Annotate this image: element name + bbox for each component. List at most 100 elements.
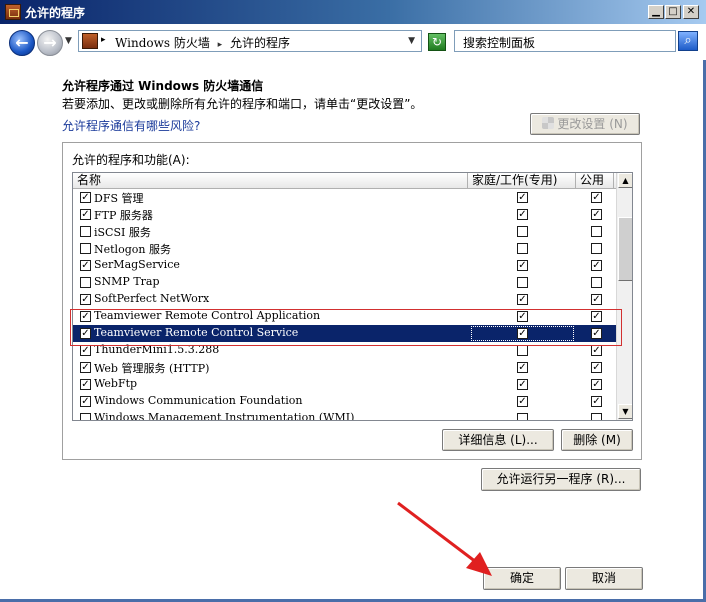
row-enabled-checkbox[interactable]: ✓: [80, 396, 91, 407]
breadcrumb: Windows 防火墙 ▸ 允许的程序: [115, 34, 290, 51]
address-bar[interactable]: ▸ Windows 防火墙 ▸ 允许的程序 ▼: [78, 30, 422, 52]
table-row[interactable]: ✓ WebFtp ✓ ✓: [73, 376, 616, 393]
row-public-checkbox[interactable]: [591, 243, 602, 254]
refresh-icon: ↻: [431, 35, 443, 49]
table-row[interactable]: ✓ Windows Communication Foundation ✓ ✓: [73, 393, 616, 410]
row-home-work-checkbox[interactable]: [517, 243, 528, 254]
row-enabled-checkbox[interactable]: ✓: [80, 192, 91, 203]
row-home-work-checkbox[interactable]: ✓: [517, 379, 528, 390]
refresh-button[interactable]: ↻: [428, 33, 446, 51]
row-enabled-checkbox[interactable]: [80, 413, 91, 420]
row-home-work-checkbox[interactable]: [517, 345, 528, 356]
row-home-work-checkbox[interactable]: ✓: [517, 209, 528, 220]
breadcrumb-firewall[interactable]: Windows 防火墙: [115, 36, 210, 50]
row-home-work-checkbox[interactable]: ✓: [517, 396, 528, 407]
scroll-up-arrow-icon[interactable]: ▲: [618, 173, 632, 188]
column-header-name[interactable]: 名称: [73, 173, 468, 189]
table-row[interactable]: ✓ DFS 管理 ✓ ✓: [73, 189, 616, 206]
details-button[interactable]: 详细信息 (L)...: [442, 429, 554, 451]
row-enabled-checkbox[interactable]: [80, 277, 91, 288]
row-public-checkbox[interactable]: ✓: [591, 192, 602, 203]
scroll-down-arrow-icon[interactable]: ▼: [618, 404, 632, 419]
row-public-checkbox[interactable]: ✓: [591, 294, 602, 305]
back-button[interactable]: ←: [9, 30, 35, 56]
change-settings-button[interactable]: 更改设置 (N): [530, 113, 640, 135]
row-program-name: SerMagService: [94, 258, 180, 271]
control-panel-icon: [82, 33, 98, 49]
maximize-button[interactable]: □: [665, 5, 681, 19]
forward-arrow-icon: →: [43, 33, 57, 52]
risk-help-link[interactable]: 允许程序通信有哪些风险?: [62, 117, 200, 134]
table-row[interactable]: iSCSI 服务: [73, 223, 616, 240]
row-public-checkbox[interactable]: ✓: [591, 209, 602, 220]
row-home-work-checkbox[interactable]: [517, 277, 528, 288]
table-row[interactable]: ✓ SoftPerfect NetWorx ✓ ✓: [73, 291, 616, 308]
row-enabled-checkbox[interactable]: ✓: [80, 379, 91, 390]
table-row[interactable]: ✓ Web 管理服务 (HTTP) ✓ ✓: [73, 359, 616, 376]
uac-shield-icon: [542, 117, 555, 129]
forward-button[interactable]: →: [37, 30, 63, 56]
row-home-work-checkbox[interactable]: ✓: [517, 294, 528, 305]
column-header-home-work[interactable]: 家庭/工作(专用): [468, 173, 576, 189]
search-icon: ⌕: [684, 33, 692, 48]
cancel-button[interactable]: 取消: [565, 567, 643, 590]
row-program-name: WebFtp: [94, 377, 138, 390]
change-settings-label: 更改设置 (N): [557, 117, 628, 131]
row-program-name: Windows Communication Foundation: [94, 394, 303, 407]
address-dropdown-icon[interactable]: ▼: [408, 36, 415, 46]
row-program-name: Web 管理服务 (HTTP): [94, 362, 210, 375]
row-home-work-checkbox[interactable]: ✓: [517, 192, 528, 203]
row-public-checkbox[interactable]: ✓: [591, 362, 602, 373]
breadcrumb-root-chevron-icon[interactable]: ▸: [101, 35, 106, 45]
row-program-name: iSCSI 服务: [94, 226, 151, 239]
row-enabled-checkbox[interactable]: ✓: [80, 260, 91, 271]
row-program-name: DFS 管理: [94, 192, 144, 205]
breadcrumb-separator-icon[interactable]: ▸: [218, 40, 223, 50]
row-enabled-checkbox[interactable]: ✓: [80, 294, 91, 305]
recent-pages-dropdown-icon[interactable]: ▼: [65, 36, 72, 46]
row-public-checkbox[interactable]: [591, 277, 602, 288]
row-program-name: Windows Management Instrumentation (WMI): [94, 411, 355, 421]
row-enabled-checkbox[interactable]: ✓: [80, 209, 91, 220]
table-row[interactable]: Windows Management Instrumentation (WMI): [73, 410, 616, 421]
row-program-name: Netlogon 服务: [94, 243, 171, 256]
back-arrow-icon: ←: [15, 33, 29, 52]
table-row[interactable]: ✓ FTP 服务器 ✓ ✓: [73, 206, 616, 223]
row-public-checkbox[interactable]: ✓: [591, 260, 602, 271]
row-home-work-checkbox[interactable]: ✓: [517, 260, 528, 271]
row-program-name: SNMP Trap: [94, 275, 160, 288]
row-public-checkbox[interactable]: ✓: [591, 379, 602, 390]
page-heading: 允许程序通过 Windows 防火墙通信: [62, 79, 264, 93]
row-public-checkbox[interactable]: [591, 226, 602, 237]
annotation-arrow-icon: [397, 501, 492, 576]
row-enabled-checkbox[interactable]: [80, 226, 91, 237]
row-home-work-checkbox[interactable]: ✓: [517, 362, 528, 373]
row-enabled-checkbox[interactable]: [80, 243, 91, 254]
table-row[interactable]: ✓ SerMagService ✓ ✓: [73, 257, 616, 274]
column-header-public[interactable]: 公用: [576, 173, 614, 189]
minimize-button[interactable]: ▁: [648, 5, 664, 19]
delete-button[interactable]: 删除 (M): [561, 429, 633, 451]
navigation-bar: ← → ▼ ▸ Windows 防火墙 ▸ 允许的程序 ▼ ↻ 搜索控制面板 ⌕: [0, 24, 706, 60]
row-public-checkbox[interactable]: ✓: [591, 345, 602, 356]
table-row[interactable]: SNMP Trap: [73, 274, 616, 291]
row-home-work-checkbox[interactable]: [517, 413, 528, 420]
list-scrollbar[interactable]: ▲ ▼: [616, 173, 632, 420]
search-button[interactable]: ⌕: [678, 31, 698, 51]
allowed-programs-list[interactable]: 名称 家庭/工作(专用) 公用 ✓ DFS 管理 ✓ ✓ ✓ FTP 服务器 ✓ ✓ iSCSI…: [72, 172, 633, 421]
row-program-name: SoftPerfect NetWorx: [94, 292, 210, 305]
close-button[interactable]: ✕: [683, 5, 699, 19]
allow-another-program-button[interactable]: 允许运行另一程序 (R)...: [481, 468, 641, 491]
list-header: 名称 家庭/工作(专用) 公用: [73, 173, 616, 189]
row-program-name: FTP 服务器: [94, 209, 153, 222]
scroll-thumb[interactable]: [618, 217, 632, 281]
row-enabled-checkbox[interactable]: ✓: [80, 362, 91, 373]
row-home-work-checkbox[interactable]: [517, 226, 528, 237]
firewall-app-icon: [5, 4, 21, 20]
table-row[interactable]: Netlogon 服务: [73, 240, 616, 257]
row-public-checkbox[interactable]: ✓: [591, 396, 602, 407]
row-public-checkbox[interactable]: [591, 413, 602, 420]
breadcrumb-allowed-programs[interactable]: 允许的程序: [230, 36, 290, 50]
row-enabled-checkbox[interactable]: ✓: [80, 345, 91, 356]
search-input[interactable]: 搜索控制面板: [454, 30, 676, 52]
